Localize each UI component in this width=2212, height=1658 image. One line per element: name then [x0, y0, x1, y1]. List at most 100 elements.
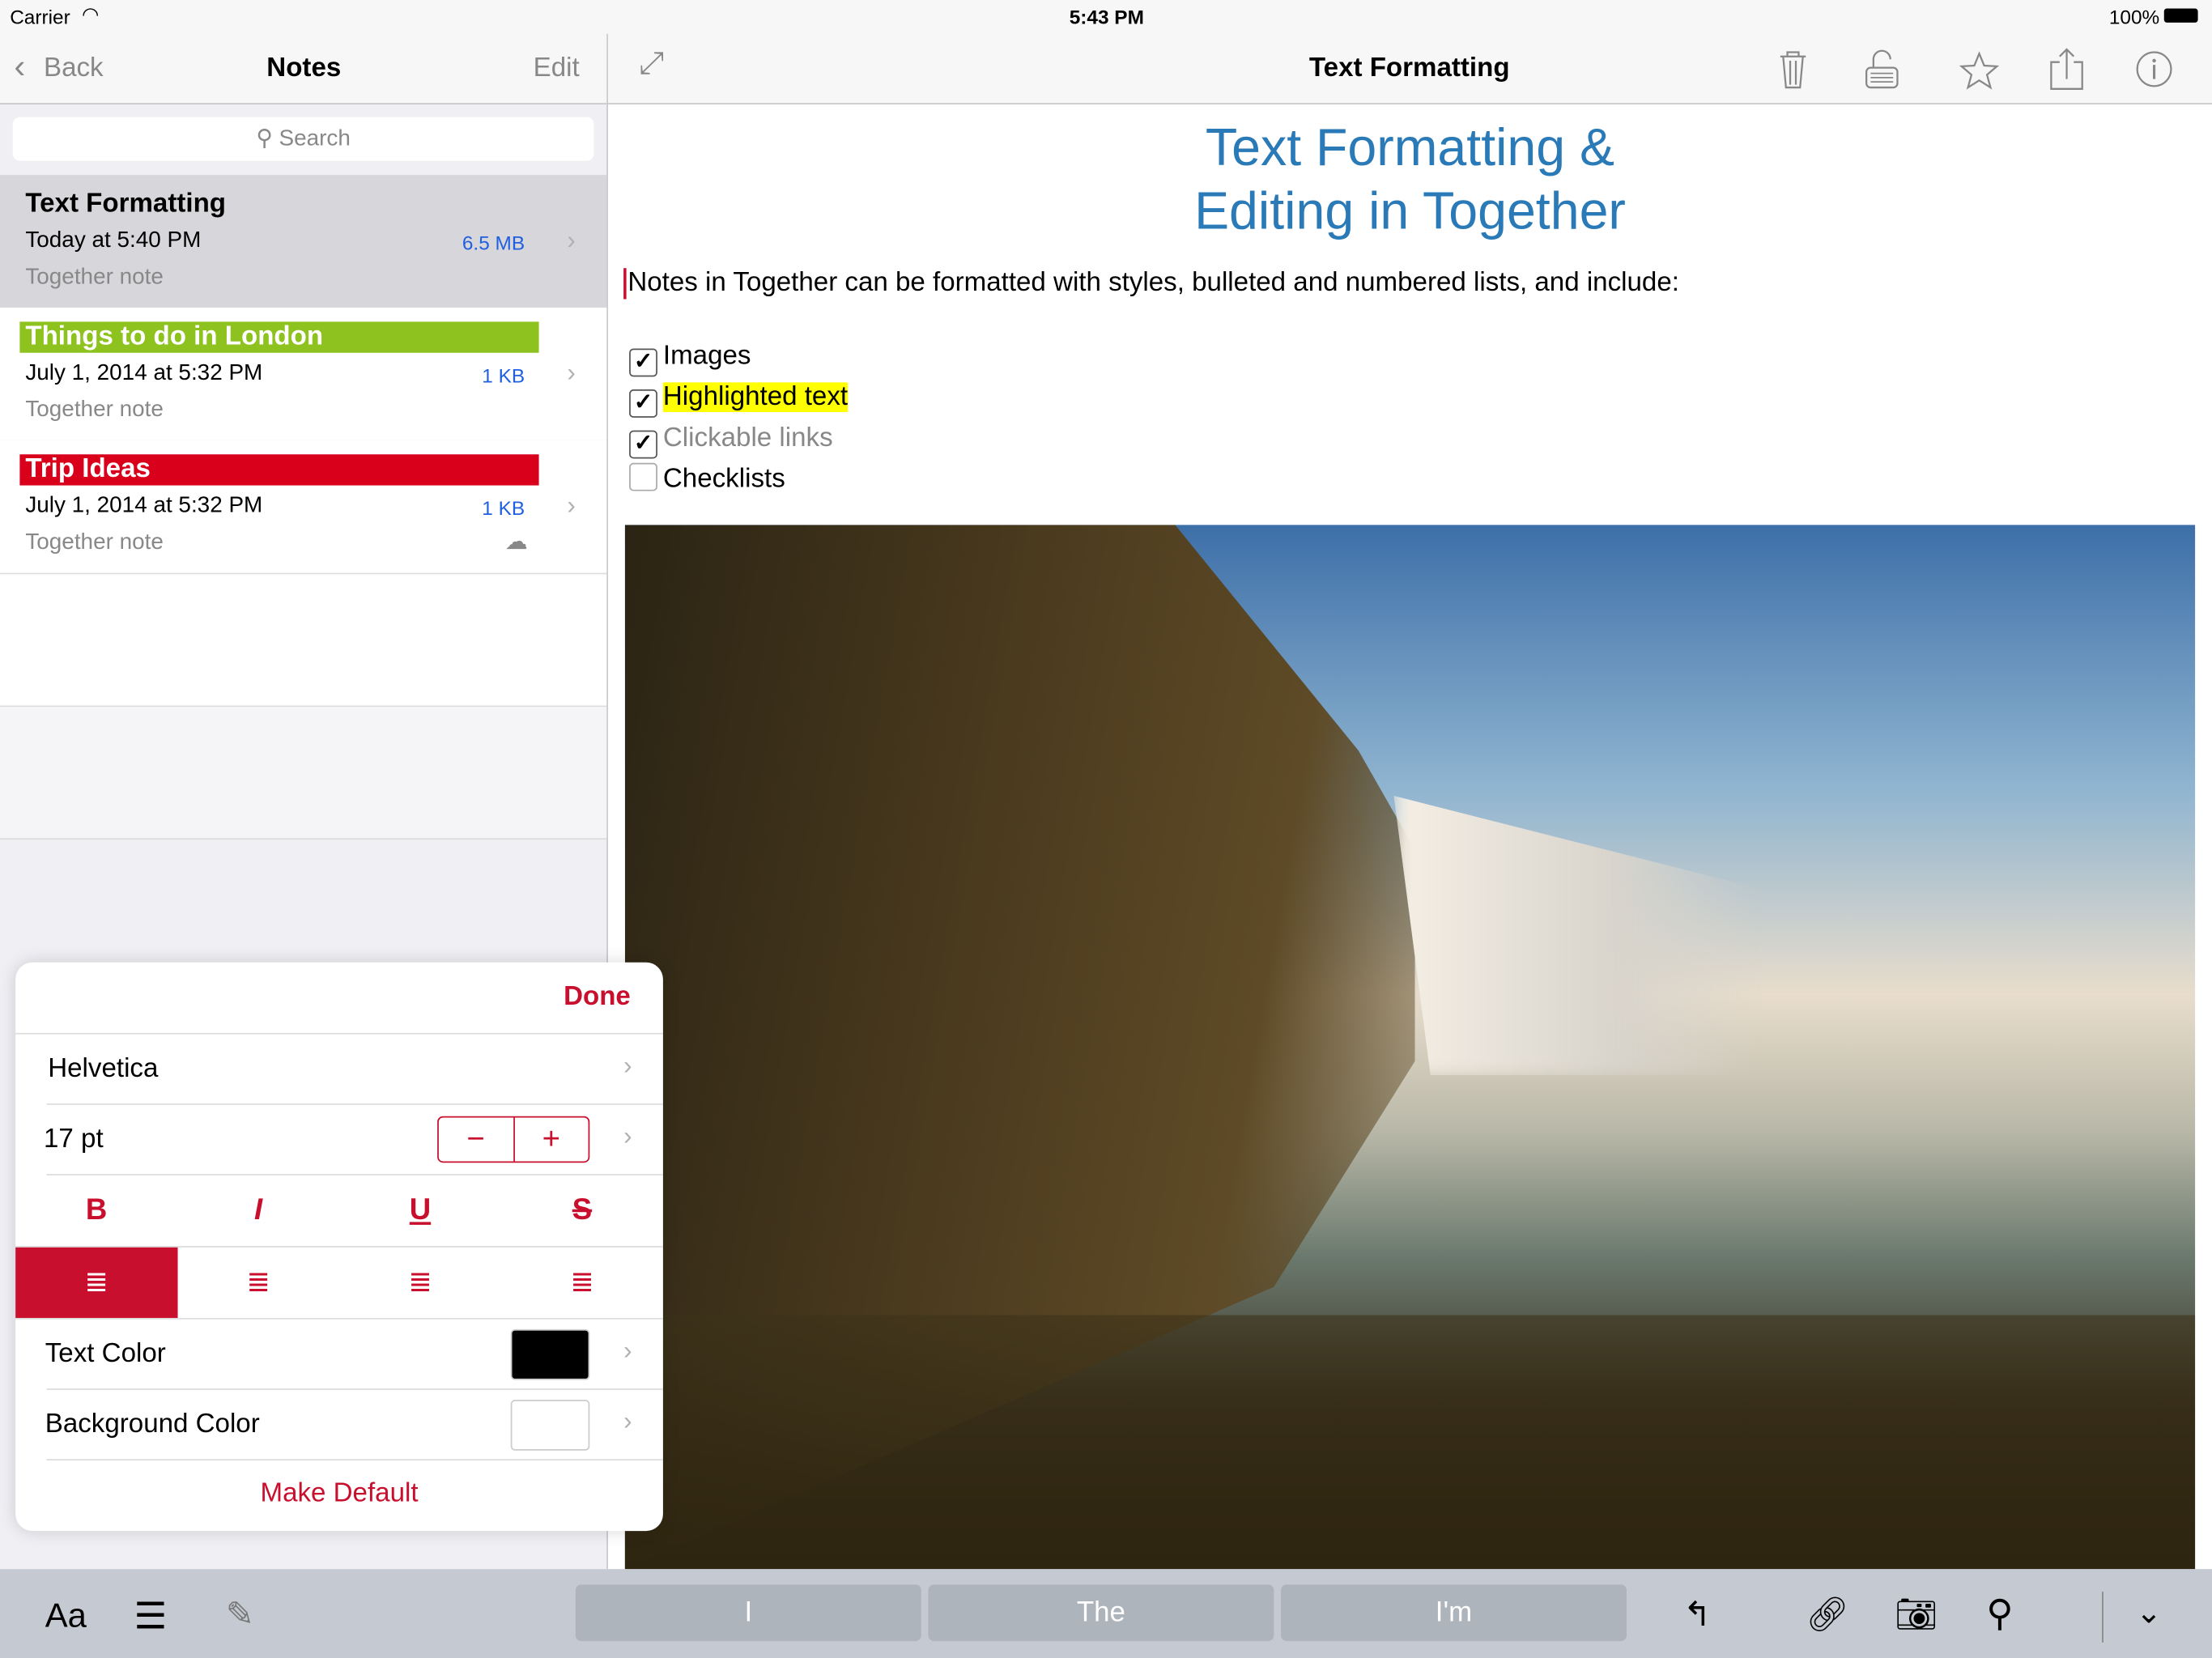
star-icon[interactable]: [1955, 48, 2003, 90]
background-color-label: Background Color: [45, 1409, 260, 1439]
lock-icon[interactable]: [1858, 48, 1906, 90]
checklist-item[interactable]: Checklists: [629, 458, 848, 500]
strikethrough-button[interactable]: S: [501, 1175, 663, 1246]
text-color-swatch[interactable]: [510, 1329, 590, 1380]
chevron-right-icon: ›: [567, 225, 576, 254]
note-title: Trip Ideas: [19, 454, 539, 486]
font-size: 17 pt: [44, 1124, 104, 1154]
checklist-item[interactable]: ✓ Clickable links: [629, 418, 848, 459]
checkbox-checked[interactable]: ✓: [629, 348, 657, 377]
checklist-label: Highlighted text: [662, 382, 849, 412]
checklist-item[interactable]: ✓ Highlighted text: [629, 376, 849, 418]
align-justify-button[interactable]: ≣: [501, 1248, 663, 1318]
background-color-row[interactable]: Background Color ›: [45, 1390, 663, 1460]
empty-row: [0, 707, 607, 840]
checkbox-checked[interactable]: ✓: [629, 430, 657, 459]
battery-level: 100%: [2108, 5, 2160, 28]
chevron-right-icon: ›: [623, 1121, 632, 1150]
note-title-header: Text Formatting: [1308, 53, 1510, 83]
pencil-icon[interactable]: ✎: [226, 1595, 254, 1636]
search-input[interactable]: ⚲ Search: [12, 117, 594, 161]
dismiss-keyboard-icon[interactable]: ⌄: [2136, 1595, 2162, 1631]
note-date: July 1, 2014 at 5:32 PM: [25, 494, 263, 518]
checklist-label: Images: [662, 341, 751, 372]
search-placeholder: Search: [279, 126, 351, 151]
camera-icon[interactable]: 📷︎: [1895, 1595, 1938, 1636]
edit-button[interactable]: Edit: [534, 53, 580, 84]
cloud-icon: ☁: [504, 530, 528, 555]
empty-row: [0, 574, 607, 708]
bold-button[interactable]: B: [15, 1175, 177, 1246]
checklist: ✓ Images ✓ Highlighted text ✓ Clickable lin…: [629, 336, 849, 500]
note-size: 6.5 MB: [462, 231, 525, 254]
sidebar-navbar: ‹ Back Notes Edit: [0, 33, 607, 104]
waterfall-image: [624, 525, 2196, 1570]
back-chevron-icon: ‹: [14, 48, 26, 87]
editor-area[interactable]: Text Formatting & Editing in Together No…: [607, 104, 2212, 1570]
suggestion[interactable]: The: [928, 1584, 1274, 1642]
chevron-right-icon: ›: [623, 1051, 632, 1080]
format-button[interactable]: Aa: [45, 1597, 87, 1637]
note-item[interactable]: Things to do in London July 1, 2014 at 5…: [0, 307, 607, 442]
text-color-row[interactable]: Text Color ›: [45, 1320, 663, 1390]
note-item[interactable]: Text Formatting Today at 5:40 PM 6.5 MB …: [0, 175, 607, 308]
checkbox-unchecked[interactable]: [629, 462, 657, 491]
chevron-right-icon: ›: [567, 358, 576, 387]
note-date: Today at 5:40 PM: [25, 228, 202, 253]
keyboard-accessory-bar: Aa ☰ ✎ I The I'm ↰ 🔗︎ 📷︎ ⚲ ⌄: [0, 1569, 2212, 1658]
link-icon[interactable]: 🔗︎: [1806, 1595, 1848, 1636]
font-row[interactable]: Helvetica ›: [46, 1035, 663, 1105]
expand-icon[interactable]: ⤢: [639, 45, 664, 82]
note-type: Together note: [25, 530, 164, 555]
chevron-right-icon: ›: [567, 491, 576, 520]
divider: [2102, 1592, 2104, 1643]
info-icon[interactable]: [2130, 48, 2178, 90]
list-icon[interactable]: ☰: [134, 1595, 168, 1639]
size-row: 17 pt − + ›: [44, 1105, 663, 1175]
size-stepper[interactable]: − +: [437, 1116, 590, 1163]
increase-button[interactable]: +: [514, 1117, 588, 1161]
italic-button[interactable]: I: [177, 1175, 339, 1246]
heading-line: Editing in Together: [1194, 181, 1626, 240]
note-heading: Text Formatting & Editing in Together: [608, 116, 2212, 243]
editor-toolbar: ⤢ Text Formatting: [607, 33, 2212, 104]
background-color-swatch[interactable]: [510, 1400, 590, 1451]
note-date: July 1, 2014 at 5:32 PM: [25, 361, 263, 385]
chevron-right-icon: ›: [623, 1406, 632, 1435]
carrier: Carrier: [10, 5, 70, 28]
checklist-item[interactable]: ✓ Images: [629, 336, 848, 377]
decrease-button[interactable]: −: [439, 1117, 515, 1162]
note-title: Things to do in London: [19, 321, 539, 353]
note-title: Text Formatting: [25, 189, 227, 219]
note-type: Together note: [25, 397, 164, 423]
checklist-label: Checklists: [662, 464, 785, 495]
waterfall: [1393, 796, 1761, 1076]
chevron-right-icon: ›: [623, 1336, 632, 1365]
heading-line: Text Formatting &: [1205, 118, 1615, 176]
undo-icon[interactable]: ↰: [1683, 1595, 1712, 1636]
align-right-button[interactable]: ≣: [339, 1248, 501, 1318]
intro-paragraph: Notes in Together can be formatted with …: [623, 268, 1679, 300]
font-name: Helvetica: [48, 1054, 159, 1084]
trash-icon[interactable]: [1769, 48, 1817, 90]
checkbox-checked[interactable]: ✓: [629, 389, 657, 418]
note-size: 1 KB: [482, 496, 525, 520]
search-icon: ⚲: [256, 126, 273, 151]
status-bar: Carrier ◠ 5:43 PM 100%: [0, 0, 2212, 34]
note-size: 1 KB: [482, 363, 525, 387]
underline-button[interactable]: U: [339, 1175, 501, 1246]
align-center-button[interactable]: ≣: [177, 1248, 339, 1318]
checklist-label: Clickable links: [662, 423, 833, 453]
back-button[interactable]: Back: [44, 53, 104, 84]
search-icon[interactable]: ⚲: [1986, 1592, 2013, 1635]
style-row: B I U S: [15, 1175, 663, 1248]
suggestion[interactable]: I: [575, 1584, 921, 1642]
share-icon[interactable]: [2043, 48, 2091, 90]
align-left-button[interactable]: ≣: [15, 1247, 178, 1318]
alignment-row: ≣ ≣ ≣ ≣: [15, 1247, 663, 1320]
make-default-button[interactable]: Make Default: [15, 1479, 663, 1510]
done-button[interactable]: Done: [564, 982, 631, 1013]
note-item[interactable]: Trip Ideas July 1, 2014 at 5:32 PM 1 KB …: [0, 440, 607, 575]
sidebar-title: Notes: [266, 53, 342, 83]
suggestion[interactable]: I'm: [1281, 1584, 1627, 1642]
